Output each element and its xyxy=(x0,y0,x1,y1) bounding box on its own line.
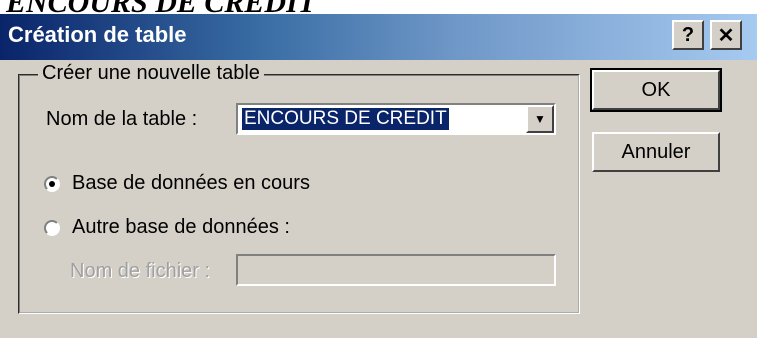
help-button[interactable]: ? xyxy=(672,20,704,50)
radio-selected-dot xyxy=(49,181,55,187)
file-name-label: Nom de fichier : xyxy=(70,260,211,282)
table-name-combobox[interactable]: ENCOURS DE CREDIT ▼ xyxy=(236,103,556,135)
table-name-label: Nom de la table : xyxy=(46,108,198,130)
radio-other-database[interactable] xyxy=(44,220,60,236)
radio-current-database[interactable] xyxy=(44,176,60,192)
radio-other-database-label[interactable]: Autre base de données : xyxy=(72,216,290,239)
chevron-down-icon: ▼ xyxy=(534,112,546,126)
help-icon: ? xyxy=(681,23,695,46)
cancel-button[interactable]: Annuler xyxy=(592,132,720,172)
table-name-value[interactable]: ENCOURS DE CREDIT xyxy=(242,108,449,130)
ok-button[interactable]: OK xyxy=(590,68,722,112)
dropdown-button[interactable]: ▼ xyxy=(526,105,554,133)
dialog-title: Création de table xyxy=(8,22,187,47)
close-button[interactable]: ✕ xyxy=(710,20,742,50)
radio-current-database-label[interactable]: Base de données en cours xyxy=(72,172,310,195)
close-icon: ✕ xyxy=(717,24,735,47)
file-name-field[interactable] xyxy=(236,254,556,286)
dialog-titlebar: Création de table ? ✕ xyxy=(0,14,757,60)
groupbox-legend: Créer une nouvelle table xyxy=(38,62,264,85)
